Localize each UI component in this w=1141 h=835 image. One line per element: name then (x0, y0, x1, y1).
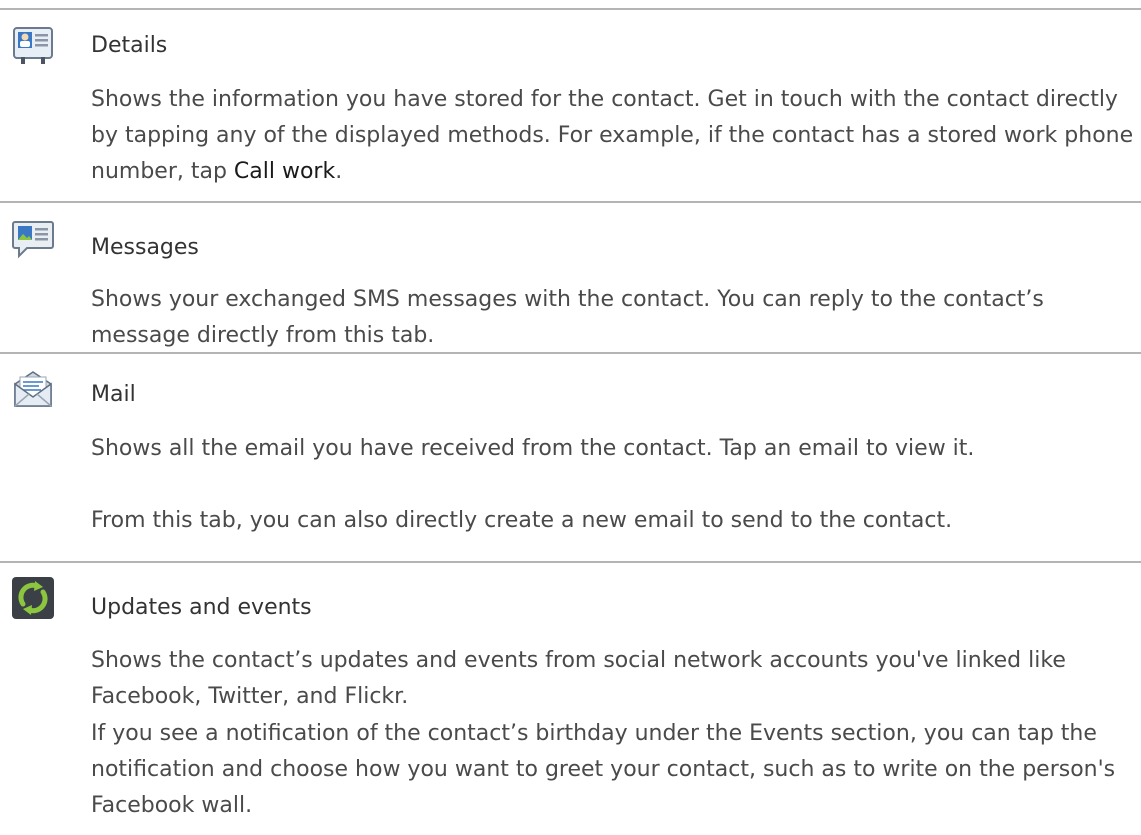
section-updates-and-events: Updates and events Shows the contact’s u… (0, 563, 1141, 835)
section-paragraph: Shows the information you have stored fo… (91, 82, 1136, 190)
section-paragraph: If you see a notification of the contact… (91, 721, 1116, 818)
contact-card-icon (13, 27, 53, 64)
section-paragraph: Shows all the email you have received fr… (91, 436, 975, 461)
section-paragraph: Shows the contact’s updates and events f… (91, 648, 1066, 709)
section-title-messages: Messages (91, 235, 199, 260)
section-title-updates-and-events: Updates and events (91, 595, 312, 620)
paragraph-text: . (335, 159, 343, 184)
section-title-mail: Mail (91, 382, 136, 407)
document-page: Details Shows the information you have s… (0, 0, 1141, 835)
messages-icon (12, 221, 54, 259)
sync-arrows-icon (12, 577, 54, 619)
section-paragraph: From this tab, you can also directly cre… (91, 508, 953, 533)
mail-envelope-icon (14, 371, 52, 407)
ui-term-call-work: Call work (233, 159, 336, 184)
section-title-details: Details (91, 33, 168, 58)
section-messages: Messages Shows your exchanged SMS messag… (0, 203, 1141, 351)
section-paragraph: Shows your exchanged SMS messages with t… (91, 287, 1044, 348)
section-mail: Mail Shows all the email you have receiv… (0, 354, 1141, 560)
section-details: Details Shows the information you have s… (0, 0, 1141, 200)
